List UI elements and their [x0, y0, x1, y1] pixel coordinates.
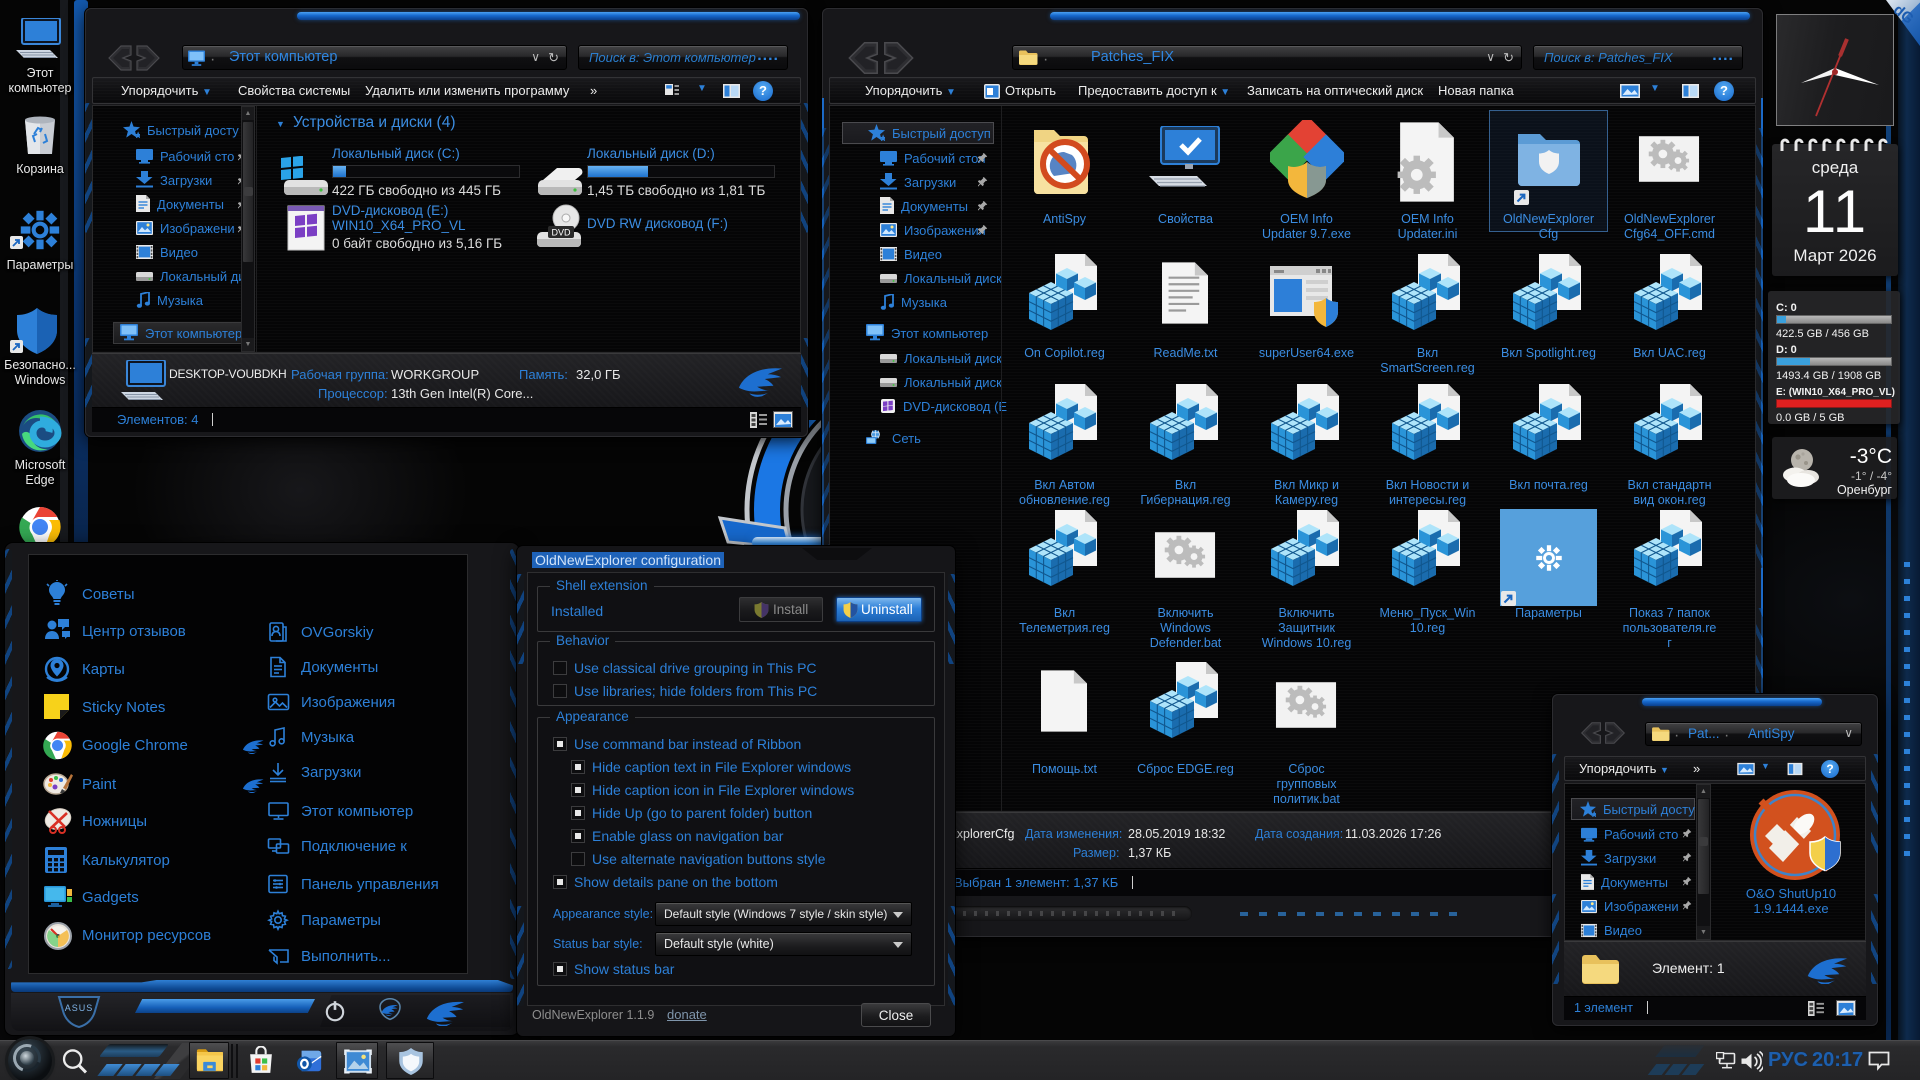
svg-text:ASUS: ASUS	[65, 1003, 94, 1013]
svg-text:DVD: DVD	[551, 228, 571, 238]
